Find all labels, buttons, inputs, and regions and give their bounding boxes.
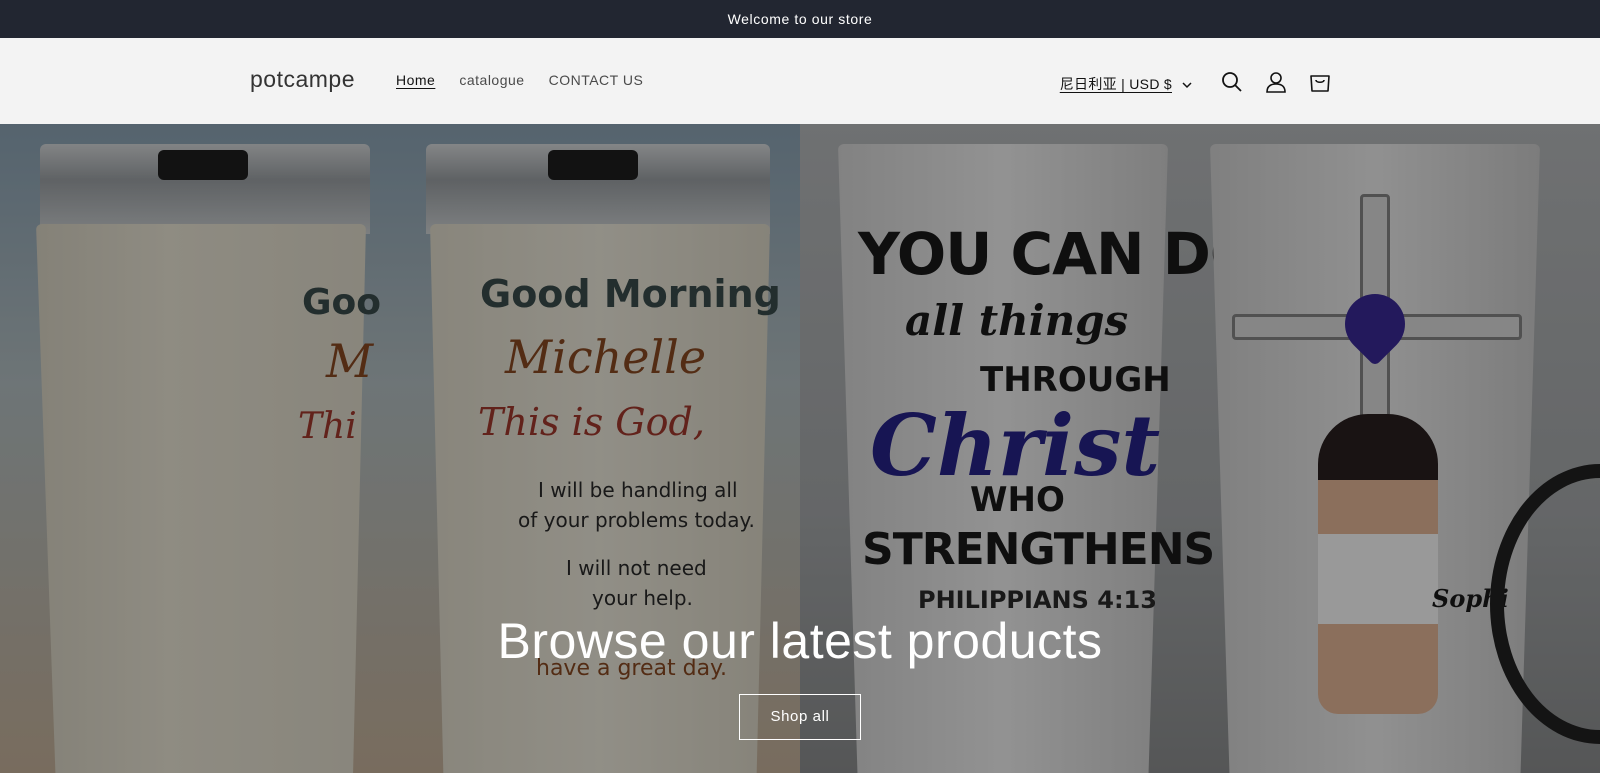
store-logo[interactable]: potcampe bbox=[250, 66, 355, 93]
search-icon bbox=[1221, 71, 1243, 98]
header-actions: 尼日利亚 | USD $ bbox=[1060, 62, 1342, 106]
account-icon bbox=[1265, 71, 1287, 98]
country-currency-label: 尼日利亚 | USD $ bbox=[1059, 76, 1172, 92]
announcement-text: Welcome to our store bbox=[727, 11, 873, 27]
cart-icon bbox=[1309, 71, 1331, 98]
hero-content: Browse our latest products Shop all bbox=[0, 612, 1600, 740]
nav-catalogue[interactable]: catalogue bbox=[459, 72, 524, 88]
announcement-bar: Welcome to our store bbox=[0, 0, 1600, 38]
shop-all-button[interactable]: Shop all bbox=[739, 694, 861, 740]
chevron-down-icon bbox=[1182, 76, 1192, 92]
search-button[interactable] bbox=[1210, 62, 1254, 106]
site-header: potcampe Home catalogue CONTACT US 尼日利亚 … bbox=[0, 38, 1600, 124]
hero-title: Browse our latest products bbox=[497, 613, 1103, 669]
nav-home[interactable]: Home bbox=[396, 72, 435, 88]
country-currency-selector[interactable]: 尼日利亚 | USD $ bbox=[1060, 74, 1192, 94]
cart-button[interactable] bbox=[1298, 62, 1342, 106]
hero-banner: Goo M Thi Good Morning Michelle This is … bbox=[0, 124, 1600, 773]
account-button[interactable] bbox=[1254, 62, 1298, 106]
nav-contact-us[interactable]: CONTACT US bbox=[549, 72, 644, 88]
main-nav: Home catalogue CONTACT US bbox=[396, 72, 643, 88]
